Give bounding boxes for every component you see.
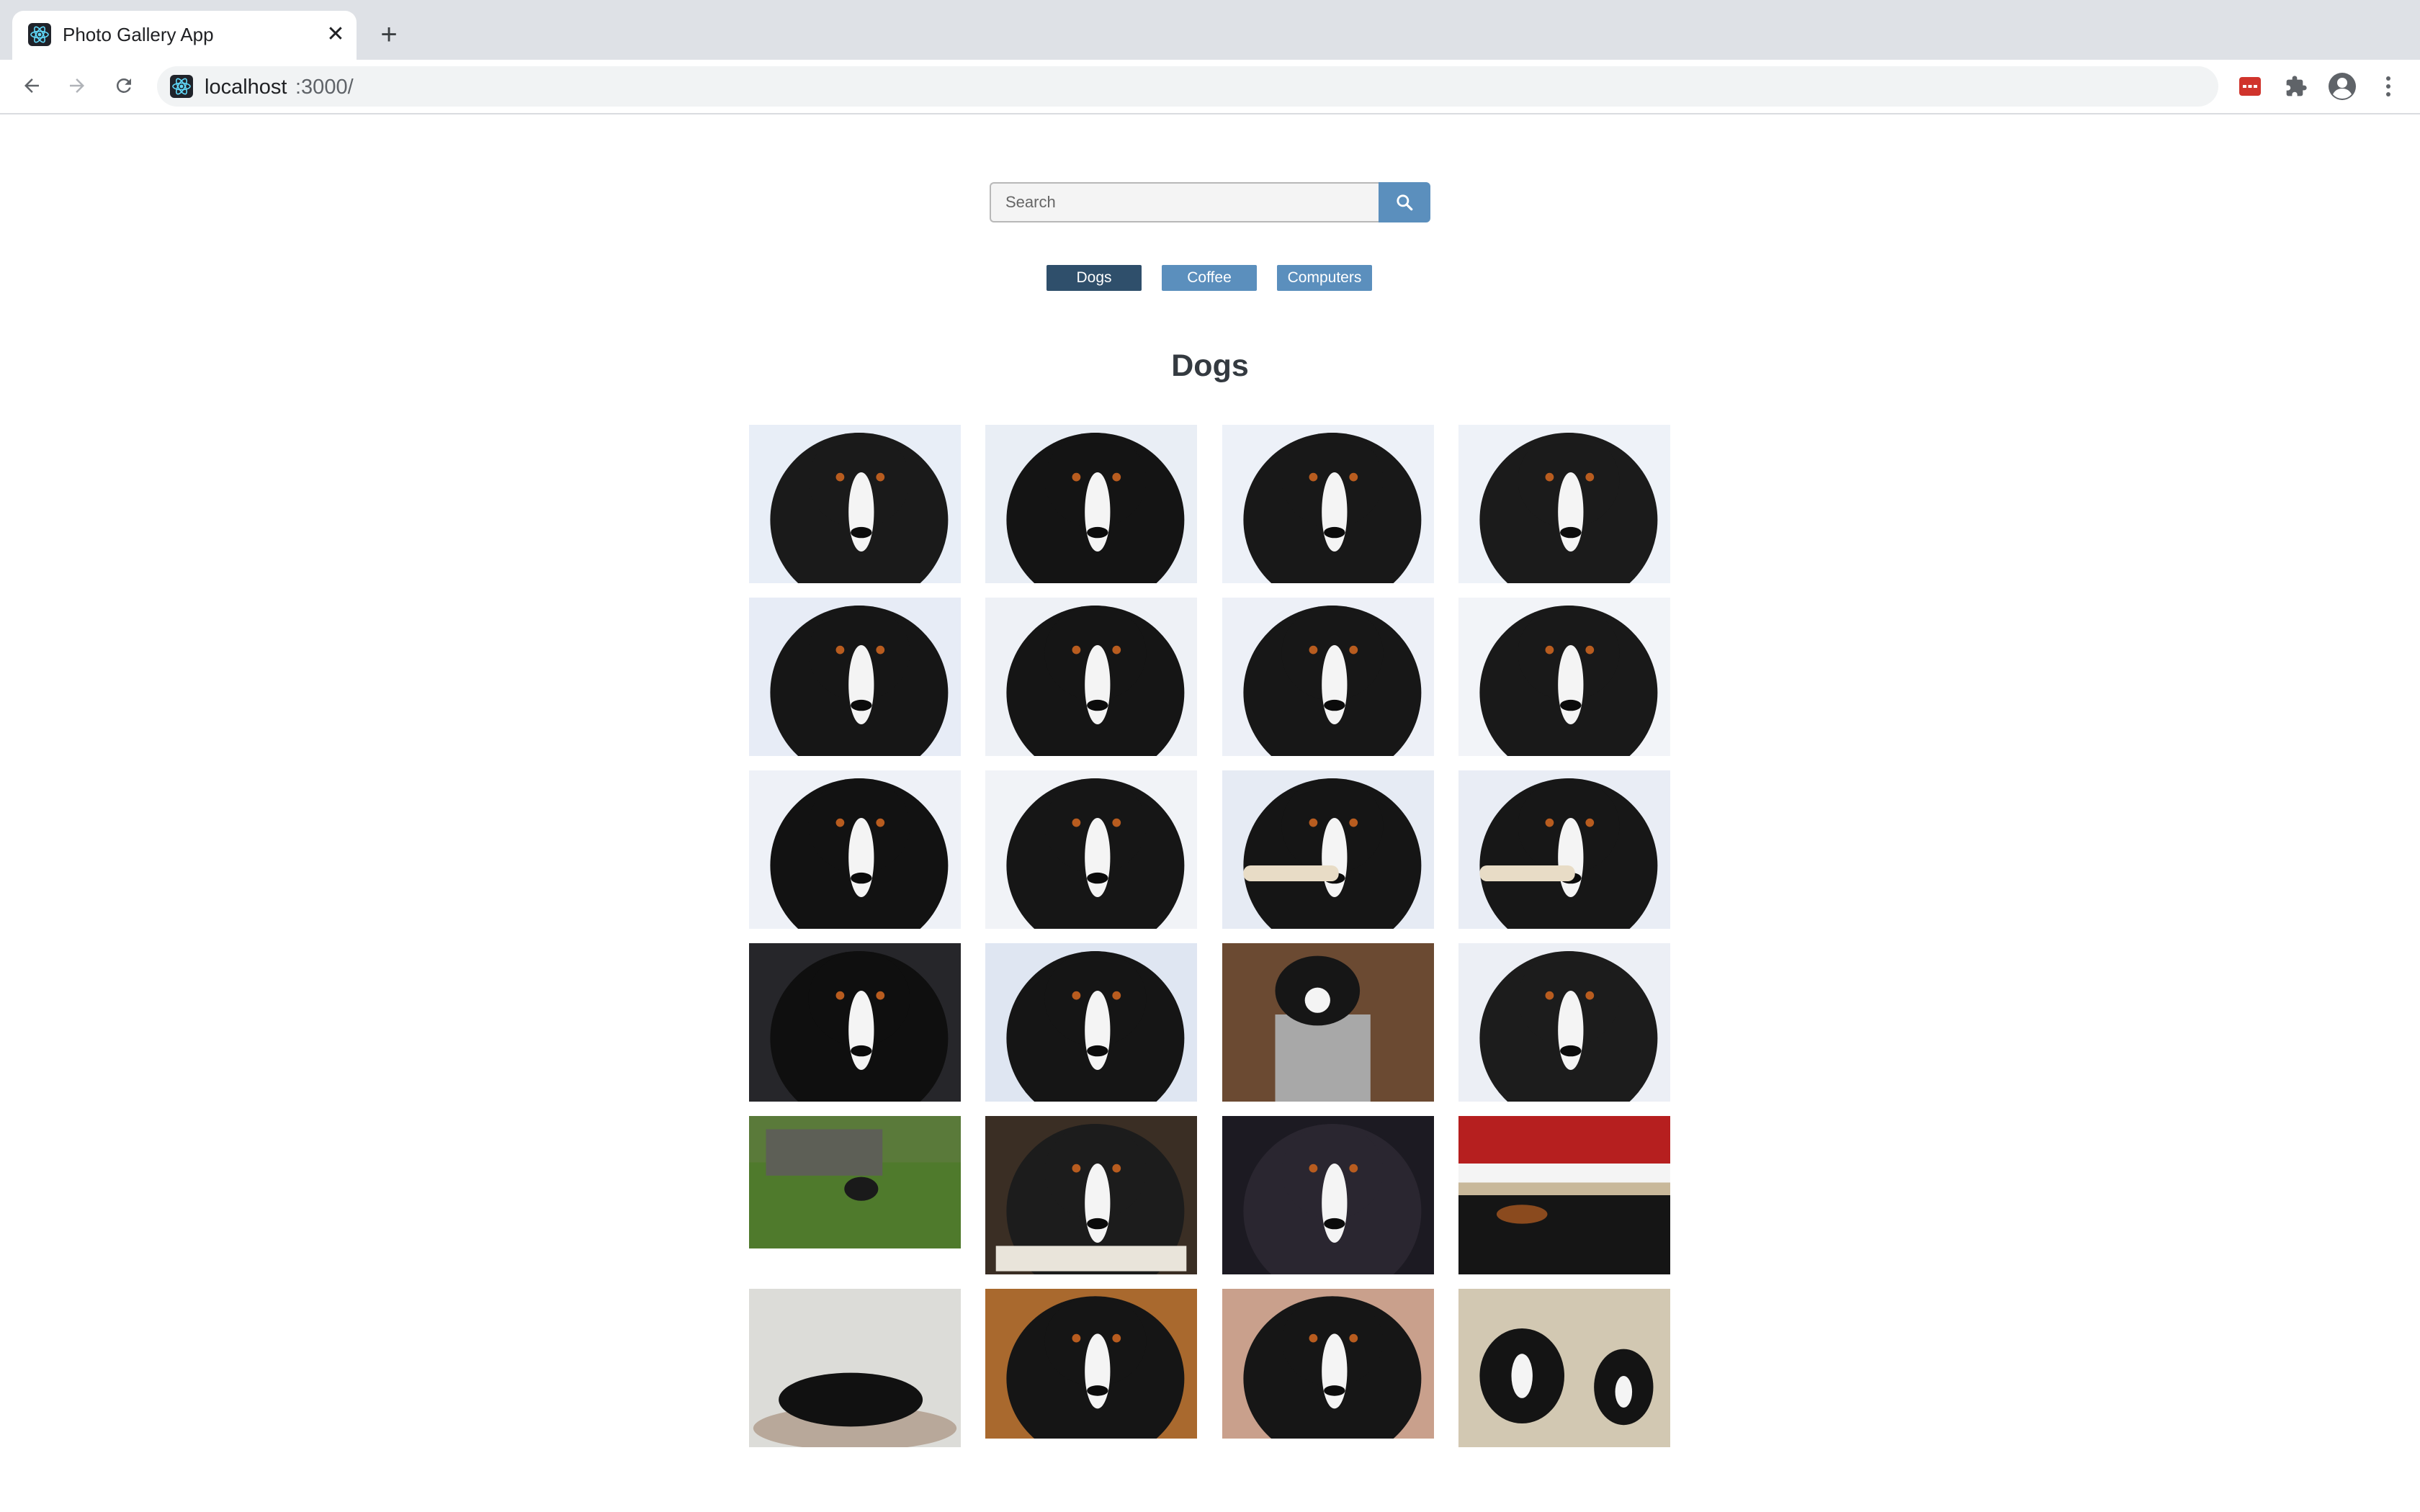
gallery-photo[interactable] [749, 770, 961, 929]
forward-arrow-icon[interactable] [61, 70, 93, 102]
gallery-title: Dogs [1171, 348, 1249, 383]
gallery-photo[interactable] [985, 598, 1197, 756]
dog-photo-image [1458, 943, 1670, 1102]
tab-title: Photo Gallery App [63, 24, 214, 45]
gallery-photo[interactable] [1222, 770, 1434, 929]
gallery-photo[interactable] [749, 425, 961, 583]
dog-photo-image [1222, 770, 1434, 929]
tab-strip: Photo Gallery App ✕ + [0, 0, 2420, 60]
gallery-photo[interactable] [1222, 1116, 1434, 1274]
dog-photo-image [985, 1289, 1197, 1439]
category-button-dogs[interactable]: Dogs [1047, 265, 1142, 291]
back-arrow-icon[interactable] [16, 70, 48, 102]
search-icon [1397, 194, 1413, 211]
dog-photo-image [749, 1116, 961, 1248]
dog-photo-image [749, 425, 961, 583]
gallery-photo[interactable] [985, 770, 1197, 929]
tab-close-icon[interactable]: ✕ [323, 22, 348, 47]
gallery-photo[interactable] [1458, 598, 1670, 756]
dog-photo-image [1222, 1289, 1434, 1439]
dog-photo-image [1458, 770, 1670, 929]
category-button-computers[interactable]: Computers [1277, 265, 1372, 291]
gallery-photo[interactable] [1458, 425, 1670, 583]
dog-photo-image [985, 770, 1197, 929]
dog-photo-image [1458, 1289, 1670, 1447]
gallery-photo[interactable] [985, 425, 1197, 583]
gallery-photo[interactable] [1458, 770, 1670, 929]
browser-window: Photo Gallery App ✕ + localhost:3000/ S… [0, 0, 2420, 1512]
dog-photo-image [749, 598, 961, 756]
react-favicon-icon [28, 23, 51, 46]
site-favicon-icon [170, 75, 193, 98]
url-host: localhost [205, 76, 287, 99]
gallery-photo[interactable] [749, 1116, 961, 1248]
new-tab-icon[interactable]: + [375, 20, 403, 49]
dog-photo-image [985, 598, 1197, 756]
extension-red-icon[interactable] [2236, 72, 2264, 101]
dog-photo-image [1458, 1116, 1670, 1274]
gallery-photo[interactable] [1222, 943, 1434, 1102]
browser-toolbar: localhost :3000/ [0, 60, 2420, 114]
search-button[interactable] [1379, 182, 1430, 222]
extensions-puzzle-icon[interactable] [2282, 72, 2311, 101]
gallery-photo[interactable] [985, 943, 1197, 1102]
url-path: :3000/ [295, 76, 354, 99]
dog-photo-image [985, 943, 1197, 1102]
gallery-photo[interactable] [749, 598, 961, 756]
gallery-photo[interactable] [1222, 1289, 1434, 1439]
gallery-photo[interactable] [985, 1116, 1197, 1274]
dog-photo-image [1222, 943, 1434, 1102]
dog-photo-image [985, 1116, 1197, 1274]
dog-photo-image [1222, 425, 1434, 583]
category-button-coffee[interactable]: Coffee [1162, 265, 1257, 291]
profile-avatar-icon[interactable] [2328, 72, 2357, 101]
gallery-photo[interactable] [1458, 1116, 1670, 1274]
gallery-photo[interactable] [1458, 1289, 1670, 1447]
browser-tab[interactable]: Photo Gallery App ✕ [12, 11, 357, 60]
gallery-photo[interactable] [749, 943, 961, 1102]
dog-photo-image [749, 1289, 961, 1447]
dog-photo-image [1222, 598, 1434, 756]
gallery-photo[interactable] [1222, 598, 1434, 756]
dog-photo-image [749, 770, 961, 929]
dog-photo-image [1458, 425, 1670, 583]
gallery-photo[interactable] [749, 1289, 961, 1447]
dog-photo-image [1458, 598, 1670, 756]
search-input[interactable] [990, 182, 1379, 222]
dog-photo-image [985, 425, 1197, 583]
dog-photo-image [1222, 1116, 1434, 1274]
gallery-photo[interactable] [1222, 425, 1434, 583]
more-menu-icon[interactable] [2374, 72, 2403, 101]
gallery-photo[interactable] [985, 1289, 1197, 1439]
address-bar[interactable]: localhost :3000/ [157, 66, 2218, 107]
reload-icon[interactable] [108, 70, 140, 102]
gallery-photo[interactable] [1458, 943, 1670, 1102]
dog-photo-image [749, 943, 961, 1102]
